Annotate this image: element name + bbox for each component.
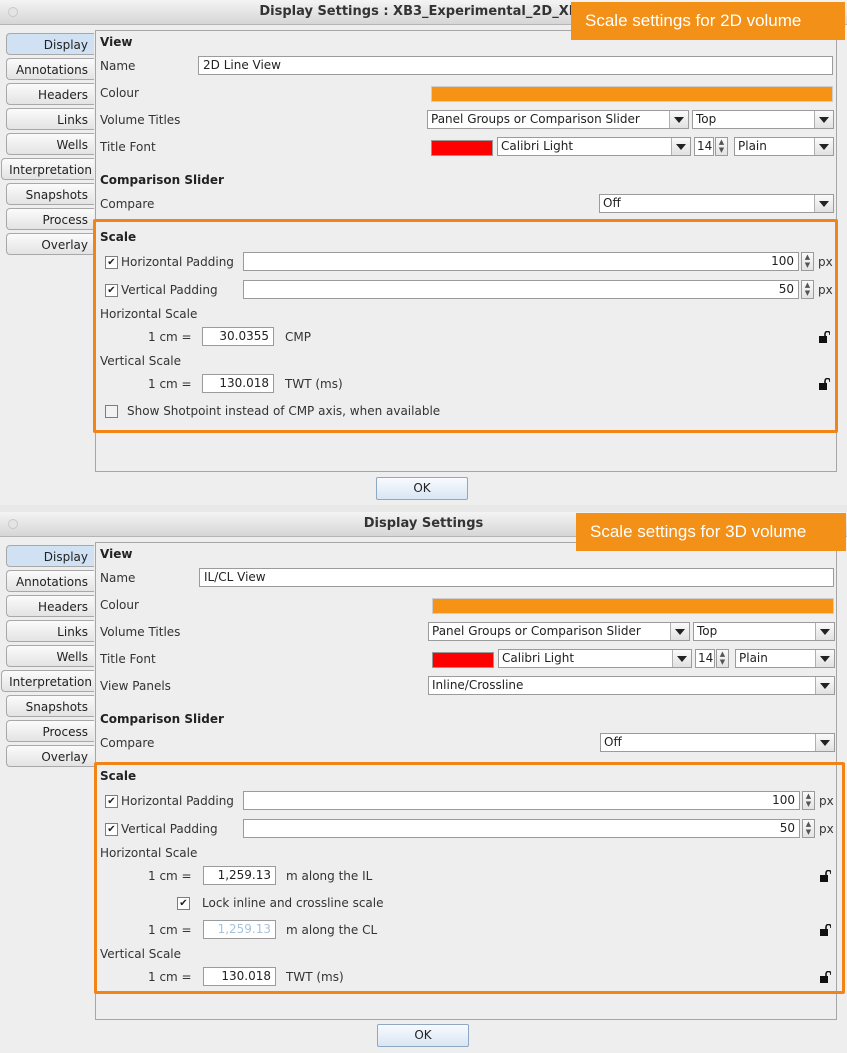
tab-headers[interactable]: Headers [6,595,94,617]
font-family-select[interactable]: Calibri Light [497,137,691,156]
volume-titles-label: Volume Titles [100,625,181,639]
chevron-down-icon [670,623,689,640]
chevron-down-icon [672,650,691,667]
tab-list: Display Annotations Headers Links Wells … [1,33,94,258]
title-font-label: Title Font [100,652,156,666]
chevron-down-icon [815,677,834,694]
compare-label: Compare [100,736,155,750]
chevron-down-icon [814,195,833,212]
ok-button[interactable]: OK [376,477,468,500]
name-input[interactable]: 2D Line View [198,56,833,75]
scale-highlight-box [93,219,838,433]
callout-3d-scale: Scale settings for 3D volume [576,513,846,551]
colour-label: Colour [100,598,139,612]
callout-2d-scale: Scale settings for 2D volume [571,2,845,40]
chevron-down-icon [815,623,834,640]
tab-display[interactable]: Display [6,545,94,567]
colour-swatch[interactable] [432,598,834,614]
font-style-select[interactable]: Plain [734,137,834,156]
font-style-select[interactable]: Plain [735,649,835,668]
colour-swatch[interactable] [431,86,833,102]
chevron-down-icon [669,111,688,128]
font-size-spinner[interactable]: ▲ ▼ [716,649,729,668]
volume-titles-label: Volume Titles [100,113,181,127]
tab-interpretation[interactable]: Interpretation [1,670,94,692]
compare-select[interactable]: Off [599,194,834,213]
tab-process[interactable]: Process [6,720,94,742]
title-position-select[interactable]: Top [693,622,835,641]
font-size-input[interactable]: 14 [694,137,714,156]
ok-button[interactable]: OK [377,1024,469,1047]
tab-snapshots[interactable]: Snapshots [6,695,94,717]
tab-wells[interactable]: Wells [6,645,94,667]
tab-list: Display Annotations Headers Links Wells … [1,545,94,770]
title-font-colour-swatch[interactable] [431,140,493,156]
chevron-down-icon [814,138,833,155]
view-panels-label: View Panels [100,679,171,693]
colour-label: Colour [100,86,139,100]
tab-annotations[interactable]: Annotations [6,58,94,80]
tab-annotations[interactable]: Annotations [6,570,94,592]
tab-wells[interactable]: Wells [6,133,94,155]
title-font-label: Title Font [100,140,156,154]
tab-overlay[interactable]: Overlay [6,233,94,255]
compare-select[interactable]: Off [600,733,835,752]
view-panels-select[interactable]: Inline/Crossline [428,676,835,695]
chevron-down-icon [671,138,690,155]
font-size-spinner[interactable]: ▲ ▼ [715,137,728,156]
title-position-select[interactable]: Top [692,110,834,129]
volume-titles-select[interactable]: Panel Groups or Comparison Slider [428,622,690,641]
name-label: Name [100,59,136,73]
font-family-select[interactable]: Calibri Light [498,649,692,668]
tab-headers[interactable]: Headers [6,83,94,105]
tab-display[interactable]: Display [6,33,94,55]
display-settings-window-2d: Display Settings : XB3_Experimental_2D_X… [0,0,847,505]
tab-interpretation[interactable]: Interpretation [1,158,94,180]
compare-label: Compare [100,197,155,211]
scale-highlight-box [94,762,845,994]
tab-links[interactable]: Links [6,620,94,642]
display-settings-window-3d: Display Settings Display Annotations Hea… [0,512,847,1053]
chevron-down-icon [815,734,834,751]
font-size-input[interactable]: 14 [695,649,715,668]
chevron-down-icon [815,650,834,667]
tab-process[interactable]: Process [6,208,94,230]
volume-titles-select[interactable]: Panel Groups or Comparison Slider [427,110,689,129]
chevron-down-icon [814,111,833,128]
title-font-colour-swatch[interactable] [432,652,494,668]
comparison-slider-section-header: Comparison Slider [100,712,836,726]
comparison-slider-section-header: Comparison Slider [100,173,836,187]
tab-snapshots[interactable]: Snapshots [6,183,94,205]
tab-links[interactable]: Links [6,108,94,130]
name-input[interactable]: IL/CL View [199,568,834,587]
name-label: Name [100,571,136,585]
tab-overlay[interactable]: Overlay [6,745,94,767]
